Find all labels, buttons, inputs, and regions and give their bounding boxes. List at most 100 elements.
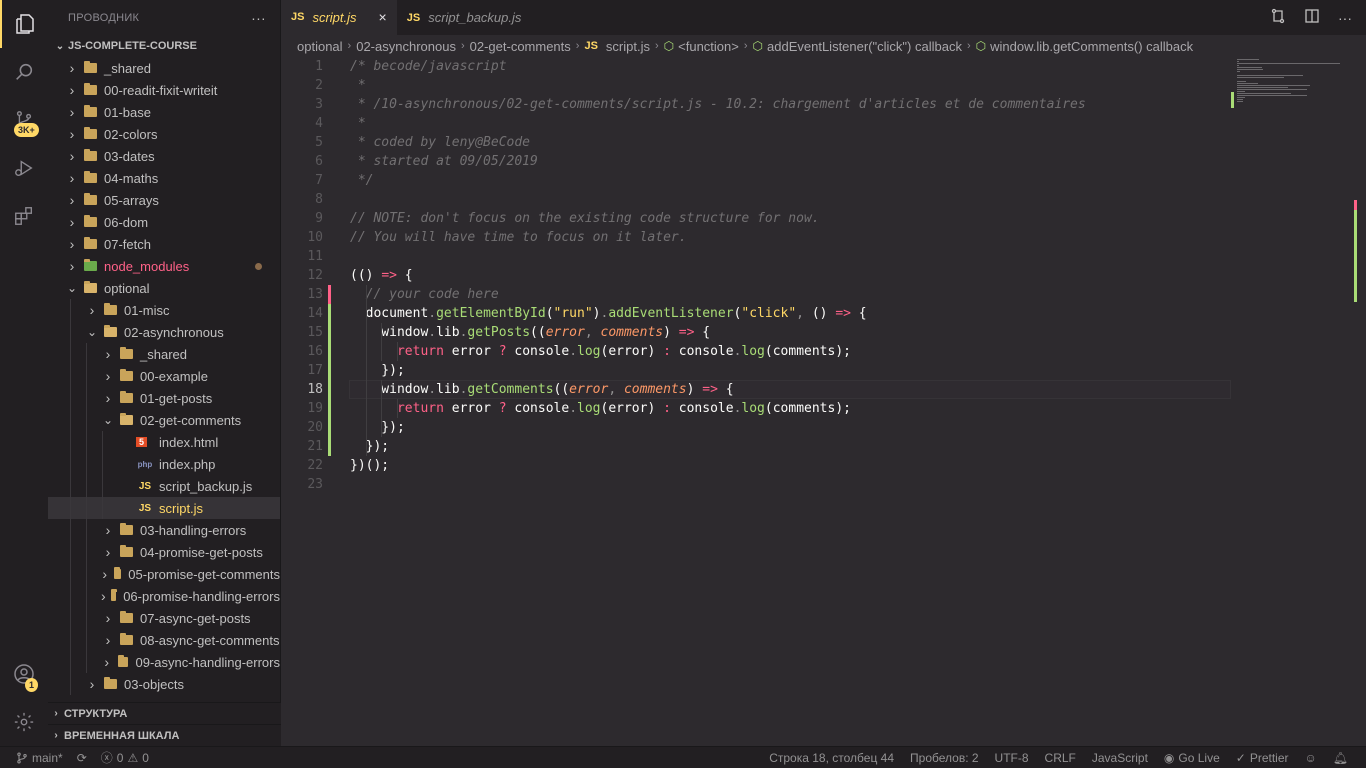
- tree-file[interactable]: JS script_backup.js: [48, 475, 280, 497]
- breadcrumb-item[interactable]: 02-asynchronous: [356, 39, 456, 54]
- code-line[interactable]: 11: [281, 247, 1366, 266]
- tree-file[interactable]: 5 index.html: [48, 431, 280, 453]
- breadcrumb-item[interactable]: addEventListener("click") callback: [767, 39, 962, 54]
- breadcrumb-item[interactable]: script.js: [606, 39, 650, 54]
- breadcrumb-item[interactable]: 02-get-comments: [470, 39, 571, 54]
- code-line[interactable]: 5 * coded by leny@BeCode: [281, 133, 1366, 152]
- code-line[interactable]: 3 * /10-asynchronous/02-get-comments/scr…: [281, 95, 1366, 114]
- code-line[interactable]: 23: [281, 475, 1366, 494]
- notifications-icon[interactable]: 🔔︎: [1333, 751, 1348, 765]
- code-line[interactable]: 18 window.lib.getComments((error, commen…: [281, 380, 1366, 399]
- symbol-function-icon: ⬡: [975, 39, 987, 53]
- end-of-line[interactable]: CRLF: [1045, 751, 1076, 765]
- tab-script-js[interactable]: JS script.js ×: [281, 0, 397, 35]
- tree-folder[interactable]: › 09-async-handling-errors: [48, 651, 280, 673]
- code-token: window: [350, 382, 429, 397]
- tree-folder[interactable]: › 08-async-get-comments: [48, 629, 280, 651]
- tree-folder[interactable]: › 01-get-posts: [48, 387, 280, 409]
- open-changes-icon[interactable]: [1270, 8, 1286, 27]
- code-line[interactable]: 14 document.getElementById("run").addEve…: [281, 304, 1366, 323]
- split-editor-icon[interactable]: [1304, 8, 1320, 27]
- code-token: error: [443, 401, 499, 416]
- code-token: // your code here: [365, 287, 499, 302]
- tree-folder[interactable]: › 05-promise-get-comments: [48, 563, 280, 585]
- tree-folder[interactable]: › 03-handling-errors: [48, 519, 280, 541]
- indentation[interactable]: Пробелов: 2: [910, 751, 979, 765]
- code-line[interactable]: 22})();: [281, 456, 1366, 475]
- breadcrumb-item[interactable]: window.lib.getComments() callback: [990, 39, 1193, 54]
- code-line[interactable]: 13 // your code here: [281, 285, 1366, 304]
- tree-folder[interactable]: › _shared: [48, 343, 280, 365]
- problems-status[interactable]: ⓧ 0 ⚠ 0: [101, 749, 149, 766]
- workspace-root[interactable]: ⌄ JS-COMPLETE-COURSE: [48, 35, 280, 57]
- code-line[interactable]: 2 *: [281, 76, 1366, 95]
- more-actions-icon[interactable]: ···: [1338, 10, 1352, 26]
- code-line[interactable]: 17 });: [281, 361, 1366, 380]
- tree-folder[interactable]: › 00-readit-fixit-writeit: [48, 79, 280, 101]
- code-line[interactable]: 4 *: [281, 114, 1366, 133]
- code-line[interactable]: 9 // NOTE: don't focus on the existing co…: [281, 209, 1366, 228]
- tree-folder[interactable]: › 04-promise-get-posts: [48, 541, 280, 563]
- timeline-section[interactable]: › ВРЕМЕННАЯ ШКАЛА: [48, 724, 281, 746]
- tree-folder[interactable]: › 04-maths: [48, 167, 280, 189]
- tree-folder[interactable]: › 03-dates: [48, 145, 280, 167]
- tree-folder[interactable]: › 03-objects: [48, 673, 280, 695]
- tree-item-label: 02-get-comments: [140, 412, 242, 428]
- code-line[interactable]: 8: [281, 190, 1366, 209]
- code-line[interactable]: 20 });: [281, 418, 1366, 437]
- settings-gear-icon[interactable]: [0, 698, 48, 746]
- tree-folder[interactable]: › 02-colors: [48, 123, 280, 145]
- code-line[interactable]: 16 return error ? console.log(error) : c…: [281, 342, 1366, 361]
- tree-folder[interactable]: ⌄ 02-asynchronous: [48, 321, 280, 343]
- code-token: });: [350, 363, 405, 378]
- code-line[interactable]: 1 /* becode/javascript: [281, 57, 1366, 76]
- code-line[interactable]: 10 // You will have time to focus on it l…: [281, 228, 1366, 247]
- cursor-position[interactable]: Строка 18, столбец 44: [769, 751, 894, 765]
- extensions-icon[interactable]: [0, 192, 48, 240]
- explorer-more-button[interactable]: ···: [251, 10, 266, 26]
- accounts-icon[interactable]: 1: [0, 650, 48, 698]
- run-debug-icon[interactable]: [0, 144, 48, 192]
- sync-icon[interactable]: ⟳: [77, 751, 87, 765]
- encoding[interactable]: UTF-8: [995, 751, 1029, 765]
- breadcrumb-item[interactable]: <function>: [678, 39, 739, 54]
- go-live-button[interactable]: ◉ Go Live: [1164, 751, 1220, 765]
- tree-folder[interactable]: ⌄ 02-get-comments: [48, 409, 280, 431]
- feedback-icon[interactable]: ☺: [1305, 751, 1317, 765]
- branch-status[interactable]: main*: [16, 751, 63, 765]
- code-line[interactable]: 21 });: [281, 437, 1366, 456]
- tree-folder[interactable]: › 07-fetch: [48, 233, 280, 255]
- close-icon[interactable]: ×: [379, 9, 387, 25]
- chevron-right-icon: ›: [654, 40, 659, 52]
- code-token: (comments);: [764, 344, 851, 359]
- code-editor[interactable]: 1/* becode/javascript 2 * 3 * /10-asynchro…: [281, 57, 1366, 746]
- code-text: return error ? console.log(error) : cons…: [350, 399, 851, 418]
- tree-folder[interactable]: › 00-example: [48, 365, 280, 387]
- tree-folder[interactable]: › 07-async-get-posts: [48, 607, 280, 629]
- tree-folder[interactable]: › 05-arrays: [48, 189, 280, 211]
- tree-folder[interactable]: › 01-misc: [48, 299, 280, 321]
- source-control-icon[interactable]: 3K+: [0, 96, 48, 144]
- tree-folder[interactable]: › 01-base: [48, 101, 280, 123]
- tree-folder[interactable]: › _shared: [48, 57, 280, 79]
- code-line[interactable]: 12 (() => {: [281, 266, 1366, 285]
- explorer-icon[interactable]: [0, 0, 48, 48]
- code-token: ?: [498, 344, 507, 359]
- breadcrumb-item[interactable]: optional: [297, 39, 343, 54]
- language-mode[interactable]: JavaScript: [1092, 751, 1148, 765]
- tab-script-backup-js[interactable]: JS script_backup.js: [397, 0, 532, 35]
- tree-folder[interactable]: › 06-promise-handling-errors: [48, 585, 280, 607]
- code-line[interactable]: 15 window.lib.getPosts((error, comments)…: [281, 323, 1366, 342]
- code-line[interactable]: 7 */: [281, 171, 1366, 190]
- tree-file[interactable]: php index.php: [48, 453, 280, 475]
- tree-file[interactable]: JS script.js: [48, 497, 280, 519]
- line-number: 19: [307, 401, 323, 416]
- tree-folder[interactable]: › node_modules: [48, 255, 280, 277]
- tree-folder[interactable]: › 06-dom: [48, 211, 280, 233]
- outline-section[interactable]: › СТРУКТУРА: [48, 702, 281, 724]
- code-line[interactable]: 19 return error ? console.log(error) : c…: [281, 399, 1366, 418]
- prettier-button[interactable]: ✓ Prettier: [1236, 751, 1289, 765]
- search-icon[interactable]: [0, 48, 48, 96]
- tree-folder[interactable]: ⌄ optional: [48, 277, 280, 299]
- code-line[interactable]: 6 * started at 09/05/2019: [281, 152, 1366, 171]
